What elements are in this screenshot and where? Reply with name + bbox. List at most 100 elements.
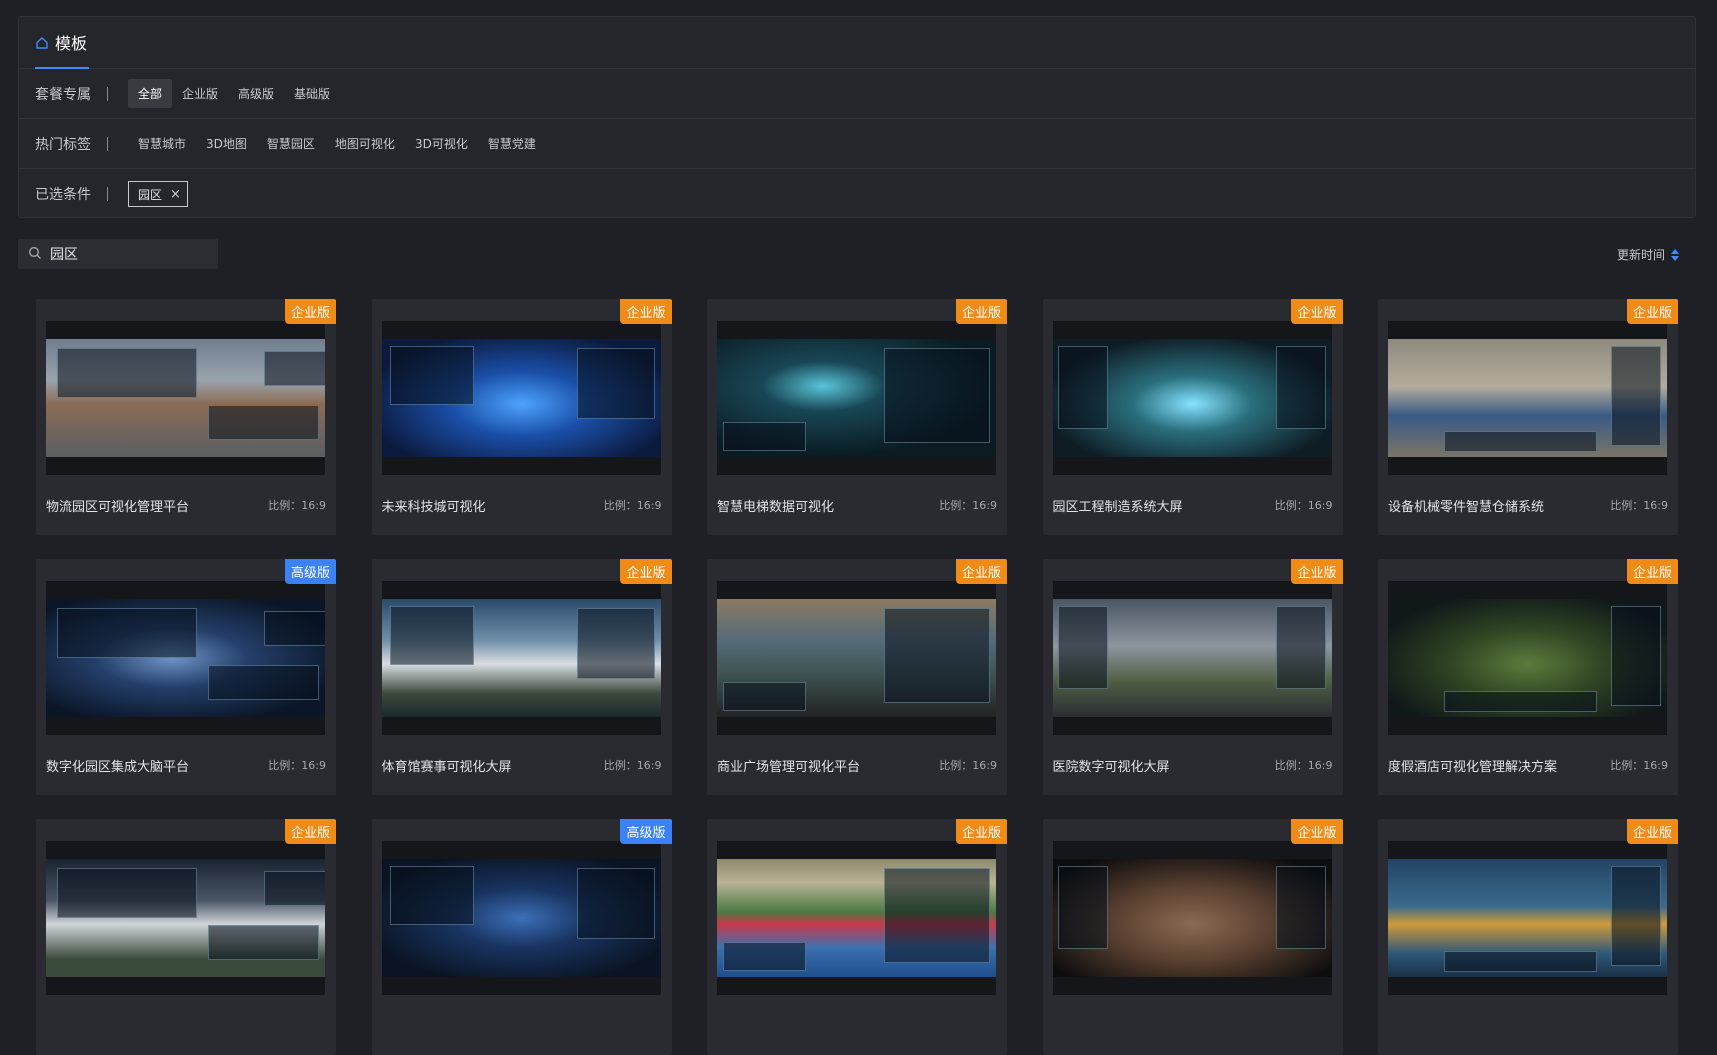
dashboard-panel [1275,606,1326,689]
hot-tag[interactable]: 地图可视化 [325,129,405,158]
card-ratio: 比例：16:9 [268,499,326,512]
thumbnail-scene [381,339,661,457]
selected-conditions-row: 已选条件 园区 × [19,169,1695,219]
thumbnail-scene [46,859,325,977]
card-title: 数字化园区集成大脑平台 [46,759,190,775]
home-icon [35,35,49,49]
card-ratio: 比例：16:9 [603,499,662,512]
dashboard-panel [1275,866,1326,949]
close-icon[interactable]: × [170,187,181,202]
template-card[interactable]: 高级版 数字化园区集成大脑平台 比例：16:9 [36,559,336,795]
sort-by-update-time[interactable]: 更新时间 [1617,246,1679,263]
package-option-basic[interactable]: 基础版 [284,79,340,108]
card-title: 未来科技城可视化 [381,499,486,515]
panel-header: 模板 [19,17,1695,69]
template-card[interactable]: 企业版 医院数字可视化大屏 比例：16:9 [1042,559,1343,795]
template-thumbnail [717,841,996,995]
edition-badge: 企业版 [1626,819,1678,844]
template-grid: 企业版 物流园区可视化管理平台 比例：16:9 企业版 未来科技城可视化 比例：16:9 企… [36,299,1686,1055]
filter-panel: 模板 套餐专属 全部 企业版 高级版 基础版 热门标签 智慧城市 3D地图 智慧… [18,16,1696,218]
dashboard-panel [1058,606,1109,689]
card-ratio: 比例：16:9 [268,759,326,772]
package-label: 套餐专属 [35,86,91,103]
package-option-enterprise[interactable]: 企业版 [172,79,228,108]
card-ratio: 比例：16:9 [1610,759,1668,772]
card-ratio: 比例：16:9 [1610,499,1668,512]
template-card[interactable]: 企业版 度假酒店可视化管理解决方案 比例：16:9 [1378,559,1678,795]
thumbnail-scene [717,599,996,717]
template-card[interactable]: 企业版 [707,819,1007,1055]
card-title: 智慧电梯数据可视化 [717,499,835,515]
template-card[interactable]: 企业版 物流园区可视化管理平台 比例：16:9 [36,299,336,535]
card-ratio: 比例：16:9 [603,759,662,772]
edition-badge: 高级版 [620,819,672,844]
card-footer: 物流园区可视化管理平台 比例：16:9 [46,475,326,535]
card-footer [1053,995,1333,1055]
dashboard-panel [1058,346,1109,429]
hot-tag[interactable]: 3D可视化 [405,129,478,158]
hot-tag[interactable]: 智慧园区 [257,129,325,158]
dashboard-panel [207,665,320,701]
edition-badge: 企业版 [1291,299,1343,324]
sort-arrows-icon [1671,248,1679,261]
search-box [18,239,218,269]
card-title: 度假酒店可视化管理解决方案 [1388,759,1558,775]
dashboard-panel [884,348,991,443]
edition-badge: 企业版 [1291,819,1343,844]
template-card[interactable]: 企业版 [1042,819,1343,1055]
thumbnail-scene [1052,859,1332,977]
template-thumbnail [381,321,661,475]
template-thumbnail [1052,321,1332,475]
dashboard-panel [389,606,474,666]
template-thumbnail [46,841,325,995]
template-thumbnail [46,581,325,735]
template-card[interactable]: 企业版 智慧电梯数据可视化 比例：16:9 [707,299,1007,535]
selected-conditions-label: 已选条件 [35,187,91,203]
package-filter-row: 套餐专属 全部 企业版 高级版 基础版 [19,69,1695,119]
template-card[interactable]: 企业版 未来科技城可视化 比例：16:9 [371,299,672,535]
dashboard-panel [722,421,807,452]
dashboard-panel [57,608,197,658]
dashboard-panel [884,608,991,703]
tab-templates[interactable]: 模板 [35,17,90,69]
dashboard-panel [576,868,655,940]
template-card[interactable]: 企业版 设备机械零件智慧仓储系统 比例：16:9 [1378,299,1678,535]
dashboard-panel [1058,866,1109,949]
divider [107,187,108,201]
template-card[interactable]: 高级版 [371,819,672,1055]
card-footer: 体育馆赛事可视化大屏 比例：16:9 [382,735,662,795]
dashboard-panel [57,868,197,918]
hot-tag[interactable]: 智慧党建 [478,129,546,158]
template-card[interactable]: 企业版 [36,819,336,1055]
selected-condition-chip[interactable]: 园区 × [128,181,188,207]
template-card[interactable]: 企业版 园区工程制造系统大屏 比例：16:9 [1042,299,1343,535]
hot-tag[interactable]: 智慧城市 [128,129,196,158]
dashboard-panel [389,866,474,926]
thumbnail-scene [381,859,661,977]
sort-label: 更新时间 [1616,248,1665,262]
edition-badge: 企业版 [1291,559,1343,584]
template-thumbnail [717,321,996,475]
thumbnail-scene [1388,599,1667,717]
card-footer [717,995,997,1055]
search-input[interactable] [50,246,200,262]
package-option-advanced[interactable]: 高级版 [228,79,284,108]
template-card[interactable]: 企业版 体育馆赛事可视化大屏 比例：16:9 [371,559,672,795]
edition-badge: 企业版 [1626,299,1678,324]
hot-tags-label: 热门标签 [35,136,91,153]
dashboard-panel [722,941,807,972]
selected-condition-text: 园区 [138,187,163,202]
dashboard-panel [263,870,325,907]
divider [107,136,108,151]
dashboard-panel [576,608,655,680]
card-ratio: 比例：16:9 [939,759,997,772]
card-ratio: 比例：16:9 [1274,499,1333,512]
template-card[interactable]: 企业版 商业广场管理可视化平台 比例：16:9 [707,559,1007,795]
hot-tag[interactable]: 3D地图 [196,129,257,158]
dashboard-panel [263,350,325,387]
template-thumbnail [1052,841,1332,995]
card-footer [382,995,662,1055]
template-thumbnail [1388,841,1667,995]
package-option-all[interactable]: 全部 [128,79,173,108]
template-card[interactable]: 企业版 [1378,819,1678,1055]
